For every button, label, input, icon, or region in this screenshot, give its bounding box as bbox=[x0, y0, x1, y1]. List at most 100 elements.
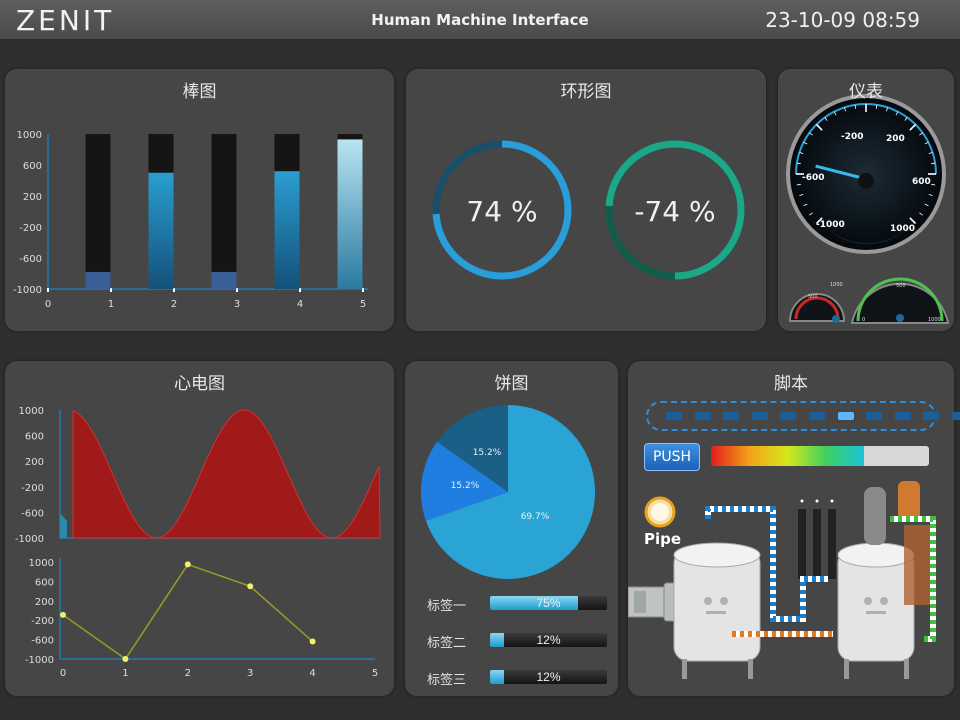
ecg-bottom-x-tick-label: 5 bbox=[372, 668, 378, 679]
led-indicator bbox=[866, 412, 883, 420]
plant-diagram bbox=[628, 481, 936, 679]
pie-row-label: 标签二 bbox=[427, 635, 467, 650]
pie-slice-label: 15.2% bbox=[473, 448, 502, 458]
ecg-charts: 1000 600 200 -200 -600 -1000 1000 600 200 -200 -6… bbox=[15, 406, 381, 679]
ecg-panel-title: 心电图 bbox=[174, 374, 225, 394]
ring-gauge-1: 74 % bbox=[432, 140, 572, 280]
pie-row-progress-bar: 12% bbox=[490, 670, 607, 684]
top-bar: ZENIT Human Machine Interface 23-10-09 0… bbox=[0, 0, 960, 40]
ecg-point bbox=[247, 583, 254, 590]
bar-x-tick-label: 0 bbox=[45, 299, 51, 310]
pie-slice-label: 15.2% bbox=[451, 481, 480, 491]
small-gauge-tick: 500 bbox=[896, 283, 906, 289]
led-marquee bbox=[646, 401, 960, 431]
bar-panel-title: 棒图 bbox=[182, 82, 217, 102]
gradient-progress-fill bbox=[711, 446, 864, 466]
gauge-tick-label: -200 bbox=[841, 132, 864, 142]
ecg-top-y-tick-label: -1000 bbox=[15, 534, 44, 545]
small-gauge-left: 500 1000 bbox=[788, 282, 846, 323]
ecg-point bbox=[184, 561, 191, 568]
ecg-bottom-y-tick-label: 600 bbox=[35, 577, 54, 588]
bar-y-tick-label: -1000 bbox=[13, 285, 42, 296]
bar-track bbox=[211, 134, 237, 289]
pie-row-progress-bar: 75% bbox=[490, 596, 607, 610]
bar-x-tick-label: 3 bbox=[234, 299, 240, 310]
led-indicator bbox=[837, 412, 854, 420]
ecg-bottom-x-tick-label: 0 bbox=[60, 668, 66, 679]
ecg-point bbox=[60, 611, 66, 618]
ecg-top-y-tick-label: -200 bbox=[21, 483, 44, 494]
pie-slice-label: 69.7% bbox=[521, 512, 550, 522]
gauges: -200 200 -600 600 -1000 1000 500 1000 50… bbox=[786, 94, 950, 324]
bar-y-tick-label: 1000 bbox=[17, 130, 42, 141]
tank-1 bbox=[673, 542, 761, 679]
led-indicator bbox=[923, 412, 940, 420]
bar-x-tick-label: 4 bbox=[297, 299, 303, 310]
ecg-top-y-tick-label: 1000 bbox=[19, 406, 44, 417]
ring-charts: 74 % -74 % bbox=[432, 140, 745, 280]
ecg-bottom-y-tick-label: -200 bbox=[31, 616, 54, 627]
bar-y-tick-label: -200 bbox=[19, 223, 42, 234]
ecg-top-y-tick-label: -600 bbox=[21, 508, 44, 519]
ecg-bottom-x-tick-label: 2 bbox=[185, 668, 191, 679]
datetime-display: 23-10-09 08:59 bbox=[765, 8, 920, 32]
bar-x-tick bbox=[47, 288, 49, 292]
ecg-bottom-y-tick-label: -600 bbox=[31, 636, 54, 647]
pie-row-value: 75% bbox=[536, 596, 561, 610]
pie-row-value: 12% bbox=[536, 633, 561, 647]
filter-columns bbox=[798, 499, 836, 579]
ecg-line bbox=[62, 563, 314, 661]
led-indicator bbox=[894, 412, 911, 420]
ring-2-label: -74 % bbox=[634, 195, 715, 228]
small-gauge-tick: 0 bbox=[862, 317, 865, 323]
ecg-bottom-x-tick-label: 4 bbox=[309, 668, 315, 679]
bar-x-tick-label: 2 bbox=[171, 299, 177, 310]
bar bbox=[211, 271, 237, 289]
gradient-progress-bar bbox=[711, 446, 929, 466]
ecg-area-small bbox=[60, 513, 67, 538]
gauge-tick-label: -1000 bbox=[816, 220, 845, 230]
script-panel-title: 脚本 bbox=[774, 374, 808, 394]
gauge-panel-title: 仪表 bbox=[849, 82, 883, 102]
bar bbox=[274, 171, 300, 289]
led-indicator bbox=[723, 412, 740, 420]
pie-row-label: 标签三 bbox=[427, 672, 467, 687]
ecg-bottom-y-tick-label: 1000 bbox=[29, 558, 54, 569]
bar-chart-panel: 棒图 1000 600 200 -200 -600 -1000 0 1 2 3 4 5 bbox=[5, 69, 394, 331]
pie-chart-panel: 饼图 69.7% 15.2% 15.2% 标签一 75% 标签二 12% 标签三 12% bbox=[405, 361, 618, 696]
led-indicator bbox=[694, 412, 711, 420]
ecg-point bbox=[122, 656, 129, 662]
script-panel: 脚本 PUSH Pipe bbox=[628, 361, 960, 696]
bar-y-tick-label: -600 bbox=[19, 254, 42, 265]
ring-gauge-2: -74 % bbox=[605, 140, 745, 280]
gauge-tick-label: 600 bbox=[912, 177, 931, 187]
pie-chart: 69.7% 15.2% 15.2% bbox=[421, 405, 595, 579]
bar-y-tick-label: 600 bbox=[23, 161, 42, 172]
ecg-bottom-y-tick-label: -1000 bbox=[25, 655, 54, 666]
small-gauge-tick: 500 bbox=[808, 294, 818, 300]
led-indicator bbox=[666, 412, 682, 420]
ecg-bottom-x-tick-label: 1 bbox=[122, 668, 128, 679]
small-gauge-right: 500 0 1000 bbox=[850, 277, 950, 324]
led-indicator bbox=[780, 412, 797, 420]
gauge-tick-label: -600 bbox=[802, 173, 825, 183]
small-gauge-tick: 1000 bbox=[830, 282, 843, 288]
ecg-bottom-x-tick-label: 3 bbox=[247, 668, 253, 679]
led-indicator bbox=[751, 412, 768, 420]
bar-x-tick-label: 5 bbox=[360, 299, 366, 310]
gauge-tick-label: 1000 bbox=[890, 224, 915, 234]
ecg-top-y-tick-label: 200 bbox=[25, 457, 44, 468]
bar bbox=[337, 139, 363, 289]
bar-track bbox=[85, 134, 111, 289]
pie-row-value: 12% bbox=[536, 670, 561, 684]
bar bbox=[148, 172, 174, 289]
main-gauge: -200 200 -600 600 -1000 1000 bbox=[786, 94, 946, 254]
pie-row-label: 标签一 bbox=[427, 598, 467, 613]
ring-chart-panel: 环形图 74 % -74 % bbox=[406, 69, 766, 331]
ecg-area bbox=[72, 409, 381, 539]
gauge-panel: 仪表 -200 200 -600 600 -1000 1000 500 1000… bbox=[778, 69, 954, 331]
bar-x-tick-label: 1 bbox=[108, 299, 114, 310]
pie-row-progress-bar: 12% bbox=[490, 633, 607, 647]
led-indicator bbox=[952, 412, 960, 420]
push-button[interactable]: PUSH bbox=[644, 443, 700, 471]
